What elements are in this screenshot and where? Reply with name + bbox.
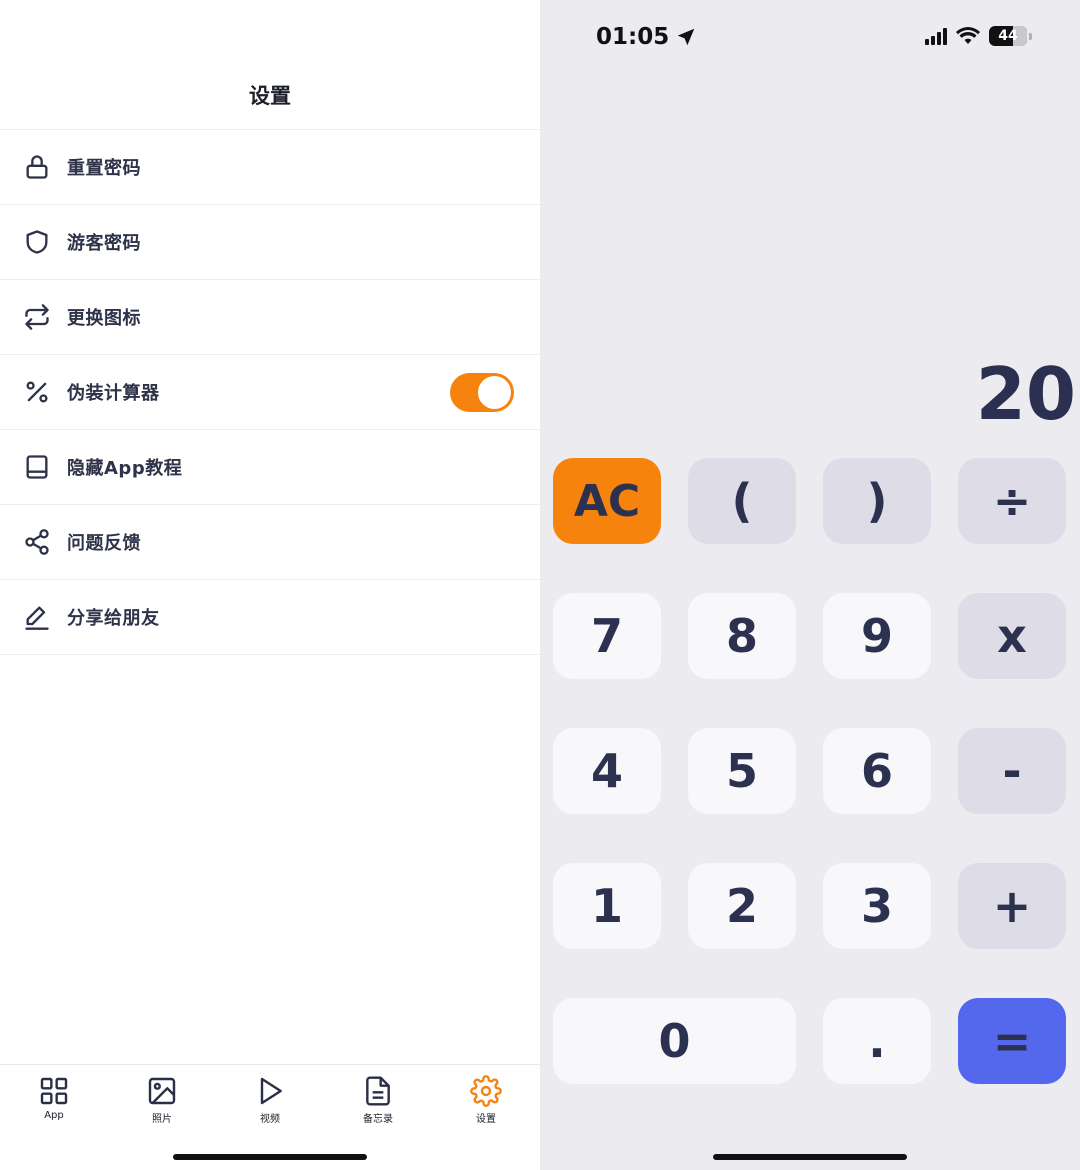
share-nodes-icon bbox=[22, 527, 52, 557]
shield-icon bbox=[22, 227, 52, 257]
settings-item-label: 伪装计算器 bbox=[67, 383, 160, 404]
repeat-icon bbox=[22, 302, 52, 332]
edit-icon bbox=[22, 602, 52, 632]
tab-app[interactable]: App bbox=[14, 1075, 94, 1170]
tab-label: App bbox=[44, 1110, 64, 1121]
tab-label: 设置 bbox=[476, 1114, 496, 1125]
settings-item-label: 重置密码 bbox=[67, 158, 141, 179]
key-paren-open[interactable]: ( bbox=[688, 458, 796, 544]
settings-item-feedback[interactable]: 问题反馈 bbox=[0, 505, 540, 580]
tab-label: 视频 bbox=[260, 1114, 280, 1125]
status-time-text: 01:05 bbox=[596, 24, 670, 50]
settings-item-guest-password[interactable]: 游客密码 bbox=[0, 205, 540, 280]
settings-item-change-icon[interactable]: 更换图标 bbox=[0, 280, 540, 355]
key-8[interactable]: 8 bbox=[688, 593, 796, 679]
location-arrow-icon bbox=[677, 28, 695, 46]
tab-label: 照片 bbox=[152, 1114, 172, 1125]
tab-settings[interactable]: 设置 bbox=[446, 1075, 526, 1170]
calculator-display: 20 bbox=[975, 352, 1076, 436]
disguise-calculator-toggle[interactable] bbox=[450, 373, 514, 412]
key-multiply[interactable]: x bbox=[958, 593, 1066, 679]
settings-item-label: 游客密码 bbox=[67, 233, 141, 254]
battery-level: 44 bbox=[998, 28, 1018, 44]
settings-item-label: 更换图标 bbox=[67, 308, 141, 329]
home-indicator bbox=[173, 1154, 367, 1160]
book-icon bbox=[22, 452, 52, 482]
play-icon bbox=[260, 1077, 282, 1105]
key-9[interactable]: 9 bbox=[823, 593, 931, 679]
gear-icon bbox=[470, 1075, 502, 1107]
status-bar-time: 01:05 bbox=[596, 24, 697, 50]
key-equals[interactable]: = bbox=[958, 998, 1066, 1084]
battery-tip bbox=[1029, 32, 1032, 40]
key-paren-close[interactable]: ) bbox=[823, 458, 931, 544]
settings-item-hide-app-tutorial[interactable]: 隐藏App教程 bbox=[0, 430, 540, 505]
document-icon bbox=[366, 1076, 390, 1106]
key-all-clear[interactable]: AC bbox=[553, 458, 661, 544]
calculator-screen: 01:05 44 20 AC ( ) ÷ 7 8 9 x 4 5 6 - 1 2… bbox=[540, 0, 1080, 1170]
tab-label: 备忘录 bbox=[363, 1114, 393, 1125]
key-divide[interactable]: ÷ bbox=[958, 458, 1066, 544]
key-7[interactable]: 7 bbox=[553, 593, 661, 679]
settings-item-share-friends[interactable]: 分享给朋友 bbox=[0, 580, 540, 655]
key-4[interactable]: 4 bbox=[553, 728, 661, 814]
page-title: 设置 bbox=[249, 84, 291, 108]
key-minus[interactable]: - bbox=[958, 728, 1066, 814]
settings-item-disguise-calculator: 伪装计算器 bbox=[0, 355, 540, 430]
settings-item-label: 分享给朋友 bbox=[67, 608, 160, 629]
settings-list: 重置密码 游客密码 更换图标 伪装计算器 隐藏App教程 问题反馈 分享给朋友 bbox=[0, 129, 540, 655]
settings-item-reset-password[interactable]: 重置密码 bbox=[0, 130, 540, 205]
key-3[interactable]: 3 bbox=[823, 863, 931, 949]
key-decimal[interactable]: . bbox=[823, 998, 931, 1084]
wifi-icon bbox=[956, 27, 980, 44]
key-plus[interactable]: + bbox=[958, 863, 1066, 949]
image-icon bbox=[148, 1077, 176, 1105]
key-0[interactable]: 0 bbox=[553, 998, 796, 1084]
key-6[interactable]: 6 bbox=[823, 728, 931, 814]
key-5[interactable]: 5 bbox=[688, 728, 796, 814]
settings-item-label: 隐藏App教程 bbox=[67, 458, 183, 479]
signal-icon bbox=[925, 27, 947, 45]
status-bar-indicators: 44 bbox=[925, 26, 1032, 46]
settings-screen: 设置 重置密码 游客密码 更换图标 伪装计算器 隐藏App教程 问题反馈 分享给… bbox=[0, 0, 540, 1170]
percent-icon bbox=[22, 377, 52, 407]
key-1[interactable]: 1 bbox=[553, 863, 661, 949]
settings-item-label: 问题反馈 bbox=[67, 533, 141, 554]
home-indicator bbox=[713, 1154, 907, 1160]
key-2[interactable]: 2 bbox=[688, 863, 796, 949]
toggle-knob bbox=[478, 376, 511, 409]
lock-icon bbox=[22, 152, 52, 182]
battery-icon: 44 bbox=[989, 26, 1027, 46]
grid-icon bbox=[40, 1077, 68, 1105]
